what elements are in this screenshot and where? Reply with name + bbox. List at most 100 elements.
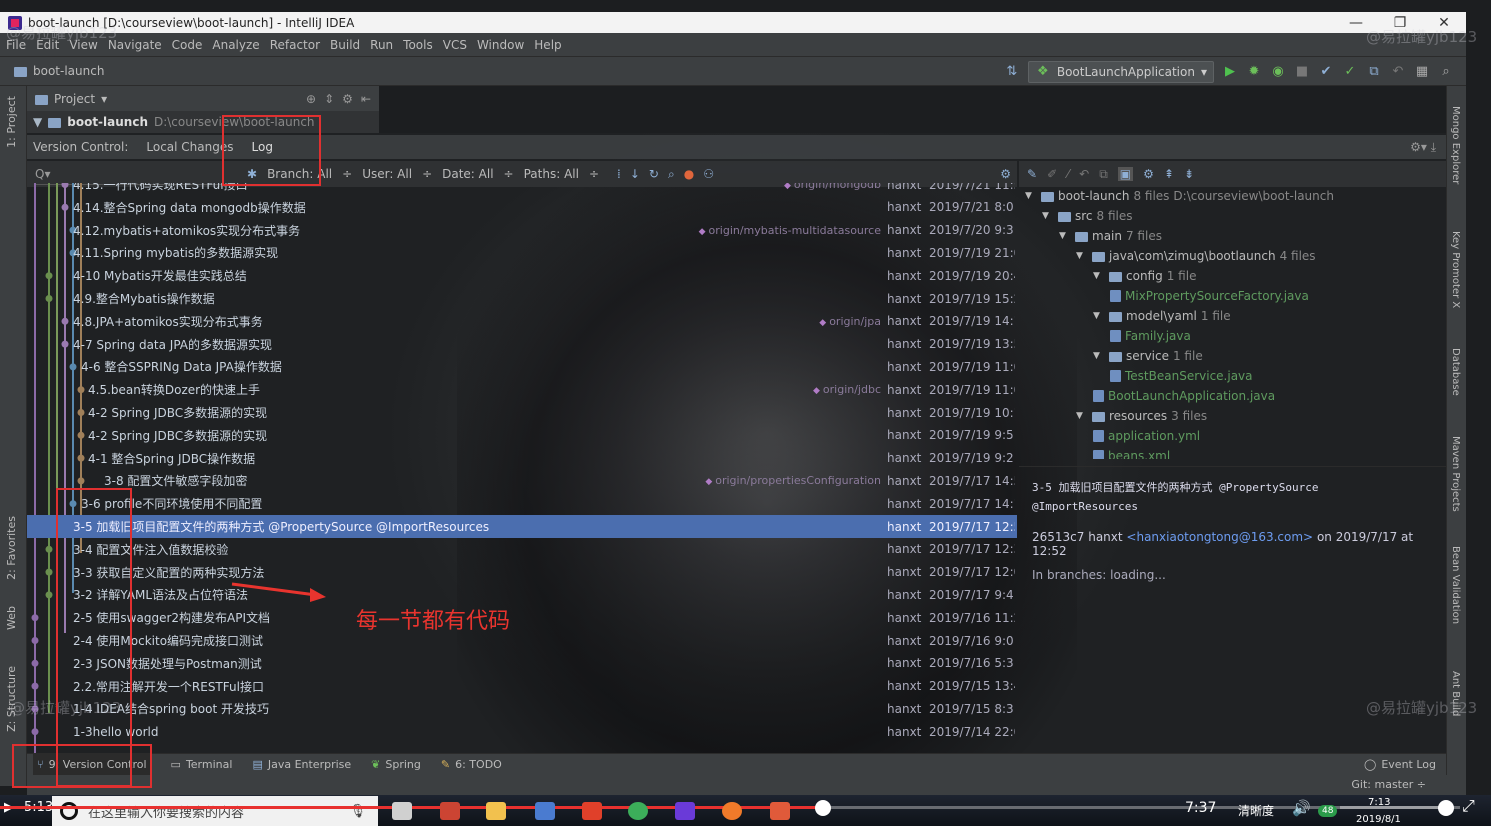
menu-run[interactable]: Run [370,38,393,52]
taskbar-search-input[interactable]: 在这里输入你要搜索的内容 🎙 [52,796,378,826]
sync-icon[interactable]: ⊕ [306,92,316,106]
file-explorer-icon[interactable] [486,802,506,820]
menu-window[interactable]: Window [477,38,524,52]
volume-icon[interactable]: 🔊 [1292,799,1311,817]
vcs-history-icon[interactable]: ⧉ [1366,64,1382,80]
tool-tab-web[interactable]: Web [5,606,18,630]
commit-row[interactable]: 3-8 配置文件敏感字段加密 origin/propertiesConfigura… [27,469,1017,492]
cherry-pick-icon[interactable]: ● [684,167,694,182]
expand-arrow-icon[interactable]: ▼ [1093,271,1105,281]
project-root-row[interactable]: ▼ boot-launch D:\courseview\boot-launch [27,111,379,133]
fullscreen-icon[interactable]: ⤢ [1462,796,1475,816]
app-icon[interactable] [582,802,602,820]
expand-arrow-icon[interactable]: ▼ [1042,211,1054,221]
tool-tab-terminal[interactable]: ▭ Terminal [171,758,233,771]
video-progress-handle[interactable] [815,800,831,816]
expand-arrow-icon[interactable]: ▼ [33,115,42,129]
coverage-icon[interactable]: ◉ [1270,64,1286,80]
intellij-taskbar-icon[interactable] [675,802,695,820]
commit-row[interactable]: 4.9.整合Mybatis操作数据 hanxt 2019/7/19 15:2 [27,287,1017,310]
commit-row[interactable]: 4-2 Spring JDBC多数据源的实现 hanxt 2019/7/19 9:5 [27,424,1017,447]
edit-source-icon[interactable]: ✐ [1047,167,1057,181]
commit-row[interactable]: 1-4 IDEA结合spring boot 开发技巧 hanxt 2019/7/15… [27,697,1017,720]
tool-tab-java-enterprise[interactable]: ▤ Java Enterprise [252,758,351,771]
menu-build[interactable]: Build [330,38,360,52]
vcs-commit-icon[interactable]: ✓ [1342,64,1358,80]
expand-arrow-icon[interactable]: ▼ [1093,311,1105,321]
menu-vcs[interactable]: VCS [443,38,467,52]
changed-file-item[interactable]: TestBeanService.java [1110,369,1253,383]
revert-icon[interactable]: ↶ [1079,167,1089,181]
changed-folder-item[interactable]: ▼ resources 3 files [1076,409,1207,423]
changed-file-item[interactable]: Family.java [1110,329,1191,343]
expand-arrow-icon[interactable]: ▼ [1093,351,1105,361]
filter-date[interactable]: Date: All [442,167,493,181]
commit-row[interactable]: 1-3hello world hanxt 2019/7/14 22:0 [27,720,1017,743]
tool-tab-maven[interactable]: Maven Projects [1450,436,1461,512]
vcs-update-icon[interactable]: ✔ [1318,64,1334,80]
tool-tab-project[interactable]: 1: Project [5,96,18,148]
commit-row[interactable]: 2-4 使用Mockito编码完成接口测试 hanxt 2019/7/16 9:0 [27,629,1017,652]
volume-handle[interactable] [1438,800,1454,816]
commit-row[interactable]: 4.5.bean转换Dozer的快速上手 origin/jdbc hanxt 2019… [27,378,1017,401]
commit-row[interactable]: 2-5 使用swagger2构建发布API文档 hanxt 2019/7/16 11… [27,606,1017,629]
build-icon[interactable]: ⇅ [1004,64,1020,80]
refresh-icon[interactable]: ↻ [649,167,659,182]
commit-row[interactable]: 4.14.整合Spring data mongodb操作数据 hanxt 2019/… [27,196,1017,219]
search-icon[interactable]: ⌕ [668,167,675,182]
chevron-down-icon[interactable]: ▾ [101,92,107,106]
changed-file-item[interactable]: BootLaunchApplication.java [1093,389,1275,403]
commit-row[interactable]: 4.11.Spring mybatis的多数据源实现 hanxt 2019/7/19… [27,241,1017,264]
project-structure-icon[interactable]: ▦ [1414,64,1430,80]
breadcrumb[interactable]: boot-launch [14,64,104,78]
gear-icon[interactable]: ⚙ [1000,167,1011,181]
pin-icon[interactable]: ✎ [1027,167,1037,181]
changed-file-item[interactable]: MixPropertySourceFactory.java [1110,289,1309,303]
tool-tab-spring[interactable]: ❦ Spring [371,758,421,771]
task-view-icon[interactable] [392,802,412,820]
changed-file-item[interactable]: beans.xml [1093,449,1170,459]
debug-icon[interactable]: ✹ [1246,64,1262,80]
expand-arrow-icon[interactable]: ▼ [1076,411,1088,421]
tool-tab-database[interactable]: Database [1450,348,1461,396]
chrome-icon[interactable] [628,802,648,820]
gear-icon[interactable]: ⚙▾ ⤓ [1410,140,1436,155]
filter-user[interactable]: User: All [362,167,412,181]
gear-icon[interactable]: ⚙ [342,92,353,106]
tool-tab-key-promoter[interactable]: Key Promoter X [1450,231,1461,308]
commit-row[interactable]: 2-3 JSON数据处理与Postman测试 hanxt 2019/7/16 5:3 [27,652,1017,675]
tool-tab-todo[interactable]: ✎ 6: TODO [441,758,502,771]
graph-options-icon[interactable]: ⁞ [617,167,621,182]
commit-row[interactable]: 3-3 获取自定义配置的两种实现方法 hanxt 2019/7/17 12:0 [27,561,1017,584]
go-to-hash-icon[interactable]: ↓ [630,167,640,182]
filter-paths[interactable]: Paths: All [524,167,579,181]
tool-tab-favorites[interactable]: 2: Favorites [5,516,18,580]
commit-row[interactable]: 4-7 Spring data JPA的多数据源实现 hanxt 2019/7/19… [27,333,1017,356]
commit-row[interactable]: 4.8.JPA+atomikos实现分布式事务 origin/jpa hanxt 20… [27,310,1017,333]
tool-tab-mongo-explorer[interactable]: Mongo Explorer [1450,106,1461,184]
changed-folder-item[interactable]: ▼ src 8 files [1042,209,1133,223]
copy-icon[interactable]: ⧉ [1099,167,1108,182]
stop-icon[interactable]: ■ [1294,64,1310,80]
log-search-input[interactable]: Q▾ [35,163,235,185]
app-icon[interactable] [535,802,555,820]
commit-row[interactable]: 3-2 详解YAML语法及占位符语法 hanxt 2019/7/17 9:4 [27,583,1017,606]
menu-tools[interactable]: Tools [403,38,433,52]
changed-file-item[interactable]: application.yml [1093,429,1200,443]
app-icon[interactable] [770,802,790,820]
menu-refactor[interactable]: Refactor [270,38,320,52]
changed-folder-item[interactable]: ▼ config 1 file [1093,269,1196,283]
expand-arrow-icon[interactable]: ▼ [1059,231,1071,241]
project-view-select[interactable]: Project [54,92,95,106]
menu-help[interactable]: Help [534,38,561,52]
diff-icon[interactable]: ⁄ [1067,167,1069,181]
expand-arrow-icon[interactable]: ▼ [1076,251,1088,261]
tab-local-changes[interactable]: Local Changes [146,140,233,154]
commit-author-email[interactable]: <hanxiaotongtong@163.com> [1126,530,1313,544]
changed-folder-item[interactable]: ▼ model\yaml 1 file [1093,309,1231,323]
expand-all-icon[interactable]: ⇞ [1164,167,1174,181]
tool-tab-bean-validation[interactable]: Bean Validation [1450,546,1461,624]
commit-row[interactable]: 4-10 Mybatis开发最佳实践总结 hanxt 2019/7/19 20:4 [27,264,1017,287]
group-icon[interactable]: ▣ [1117,167,1134,181]
quality-button[interactable]: 清晰度 [1238,802,1274,819]
